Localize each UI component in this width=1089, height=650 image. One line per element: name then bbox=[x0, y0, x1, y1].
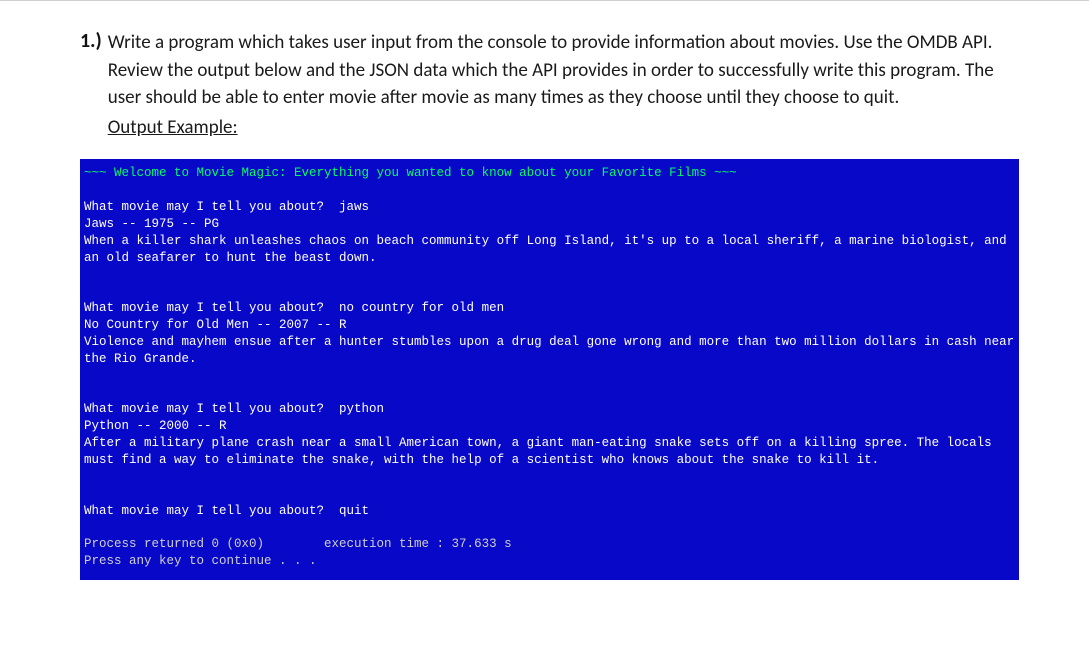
output-example-label: Output Example: bbox=[108, 114, 238, 142]
question-number: 1.) bbox=[80, 29, 102, 53]
question-block: 1.) Write a program which takes user inp… bbox=[80, 29, 1019, 141]
question-text: Write a program which takes user input f… bbox=[108, 31, 994, 109]
question-body: Write a program which takes user input f… bbox=[108, 29, 1019, 141]
console-output: ~~~ Welcome to Movie Magic: Everything y… bbox=[80, 159, 1019, 580]
document-page: 1.) Write a program which takes user inp… bbox=[0, 0, 1089, 580]
